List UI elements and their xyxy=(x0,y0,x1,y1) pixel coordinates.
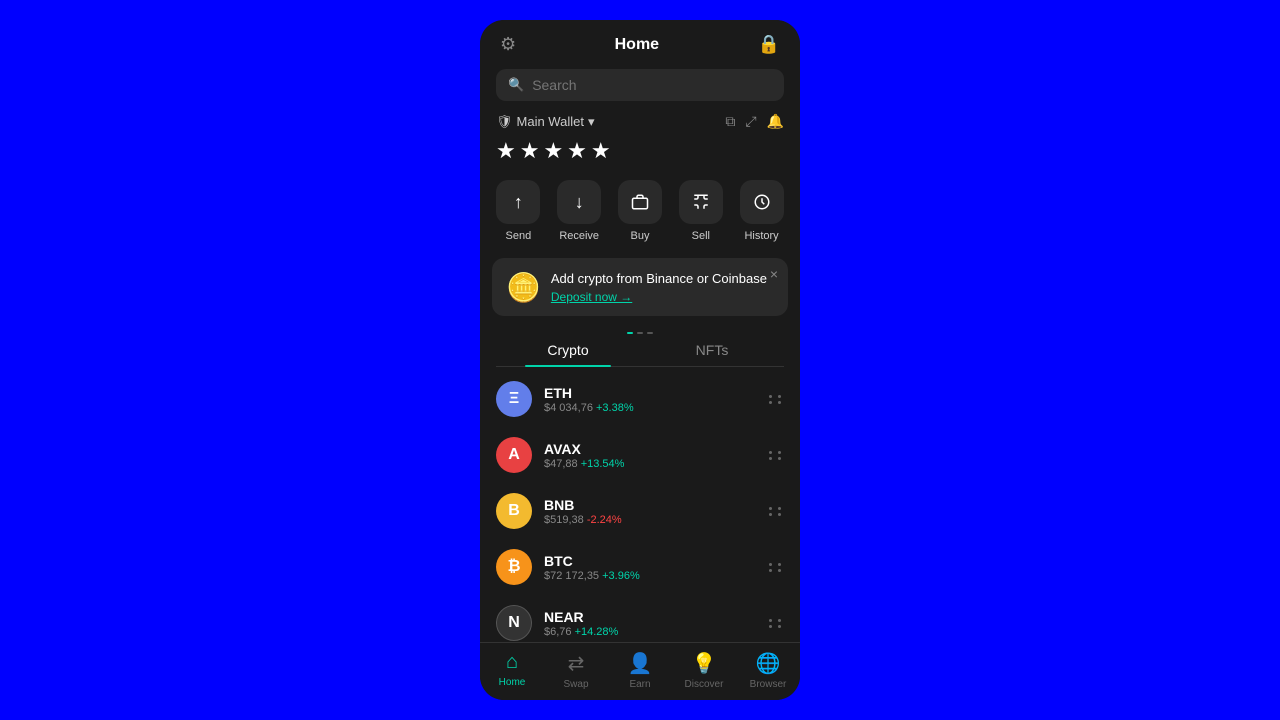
send-button[interactable]: ↑ Send xyxy=(496,180,540,242)
bnb-info: BNB $519,38 -2.24% xyxy=(544,497,757,526)
wallet-row: 🛡 Main Wallet ▾ ⧉ ⤢ 🔔 xyxy=(480,113,800,134)
wallet-selector[interactable]: 🛡 Main Wallet ▾ xyxy=(496,114,594,130)
earn-icon: 👤 xyxy=(628,651,653,676)
history-label: History xyxy=(744,230,778,242)
deposit-banner: 🪙 Add crypto from Binance or Coinbase De… xyxy=(492,258,788,316)
crypto-list: Ξ ETH $4 034,76 +3.38% A AVAX $47,88 +13… xyxy=(480,367,800,642)
bottom-navigation: ⌂ Home ⇄ Swap 👤 Earn 💡 Discover 🌐 Browse… xyxy=(480,642,800,700)
page-title: Home xyxy=(615,36,659,54)
deposit-link[interactable]: Deposit now → xyxy=(551,290,774,304)
tab-nfts[interactable]: NFTs xyxy=(640,334,784,366)
send-icon: ↑ xyxy=(496,180,540,224)
banner-close-button[interactable]: × xyxy=(770,266,778,282)
home-nav-label: Home xyxy=(499,677,526,688)
search-icon: 🔍 xyxy=(508,77,524,93)
list-item[interactable]: Ξ ETH $4 034,76 +3.38% xyxy=(480,371,800,427)
browser-nav-label: Browser xyxy=(750,679,787,690)
wallet-name-label: Main Wallet xyxy=(517,114,584,129)
nav-swap[interactable]: ⇄ Swap xyxy=(544,651,608,690)
receive-button[interactable]: ↓ Receive xyxy=(557,180,601,242)
buy-icon xyxy=(618,180,662,224)
avax-menu-icon[interactable] xyxy=(769,451,784,460)
eth-info: ETH $4 034,76 +3.38% xyxy=(544,385,757,414)
btc-menu-icon[interactable] xyxy=(769,563,784,572)
search-input[interactable] xyxy=(532,77,772,93)
near-name: NEAR xyxy=(544,609,757,625)
bnb-name: BNB xyxy=(544,497,757,513)
home-icon: ⌂ xyxy=(506,651,518,674)
btc-price: $72 172,35 +3.96% xyxy=(544,570,757,582)
search-bar[interactable]: 🔍 xyxy=(496,69,784,101)
sell-icon xyxy=(679,180,723,224)
avax-name: AVAX xyxy=(544,441,757,457)
discover-nav-label: Discover xyxy=(685,679,724,690)
bnb-price: $519,38 -2.24% xyxy=(544,514,757,526)
eth-menu-icon[interactable] xyxy=(769,395,784,404)
balance-display: ★★★★★ xyxy=(480,134,800,180)
settings-icon[interactable]: ⚙ xyxy=(500,34,516,55)
list-item[interactable]: A AVAX $47,88 +13.54% xyxy=(480,427,800,483)
btc-avatar: ₿ xyxy=(496,549,532,585)
chevron-down-icon: ▾ xyxy=(588,114,595,130)
action-buttons: ↑ Send ↓ Receive Buy Sell xyxy=(480,180,800,258)
receive-icon: ↓ xyxy=(557,180,601,224)
avax-info: AVAX $47,88 +13.54% xyxy=(544,441,757,470)
near-menu-icon[interactable] xyxy=(769,619,784,628)
list-item[interactable]: N NEAR $6,76 +14.28% xyxy=(480,595,800,642)
banner-title: Add crypto from Binance or Coinbase xyxy=(551,270,774,288)
btc-info: BTC $72 172,35 +3.96% xyxy=(544,553,757,582)
nav-browser[interactable]: 🌐 Browser xyxy=(736,651,800,690)
history-icon xyxy=(740,180,784,224)
asset-tabs: Crypto NFTs xyxy=(496,334,784,367)
sell-label: Sell xyxy=(692,230,710,242)
sell-button[interactable]: Sell xyxy=(679,180,723,242)
earn-nav-label: Earn xyxy=(629,679,650,690)
eth-price: $4 034,76 +3.38% xyxy=(544,402,757,414)
list-item[interactable]: B BNB $519,38 -2.24% xyxy=(480,483,800,539)
near-price: $6,76 +14.28% xyxy=(544,626,757,638)
wallet-action-icons: ⧉ ⤢ 🔔 xyxy=(725,113,784,130)
discover-icon: 💡 xyxy=(692,651,717,676)
eth-name: ETH xyxy=(544,385,757,401)
nav-discover[interactable]: 💡 Discover xyxy=(672,651,736,690)
swap-nav-label: Swap xyxy=(563,679,588,690)
banner-content: Add crypto from Binance or Coinbase Depo… xyxy=(551,270,774,304)
header: ⚙ Home 🔒 xyxy=(480,20,800,69)
history-button[interactable]: History xyxy=(740,180,784,242)
near-avatar: N xyxy=(496,605,532,641)
buy-label: Buy xyxy=(631,230,650,242)
nav-home[interactable]: ⌂ Home xyxy=(480,651,544,690)
buy-button[interactable]: Buy xyxy=(618,180,662,242)
receive-label: Receive xyxy=(559,230,599,242)
swap-icon: ⇄ xyxy=(568,651,585,676)
copy-icon[interactable]: ⧉ xyxy=(725,113,735,130)
send-label: Send xyxy=(506,230,532,242)
tab-crypto[interactable]: Crypto xyxy=(496,334,640,366)
banner-illustration: 🪙 xyxy=(506,271,541,304)
phone-app: ⚙ Home 🔒 🔍 🛡 Main Wallet ▾ ⧉ ⤢ 🔔 ★★★★★ ↑… xyxy=(480,20,800,700)
near-info: NEAR $6,76 +14.28% xyxy=(544,609,757,638)
nav-earn[interactable]: 👤 Earn xyxy=(608,651,672,690)
browser-icon: 🌐 xyxy=(756,651,781,676)
bell-icon[interactable]: 🔔 xyxy=(767,113,784,130)
avax-price: $47,88 +13.54% xyxy=(544,458,757,470)
bnb-avatar: B xyxy=(496,493,532,529)
eth-avatar: Ξ xyxy=(496,381,532,417)
wallet-shield-icon: 🛡 xyxy=(496,114,513,130)
list-item[interactable]: ₿ BTC $72 172,35 +3.96% xyxy=(480,539,800,595)
expand-icon[interactable]: ⤢ xyxy=(745,113,756,130)
lock-icon[interactable]: 🔒 xyxy=(758,34,780,55)
bnb-menu-icon[interactable] xyxy=(769,507,784,516)
avax-avatar: A xyxy=(496,437,532,473)
btc-name: BTC xyxy=(544,553,757,569)
